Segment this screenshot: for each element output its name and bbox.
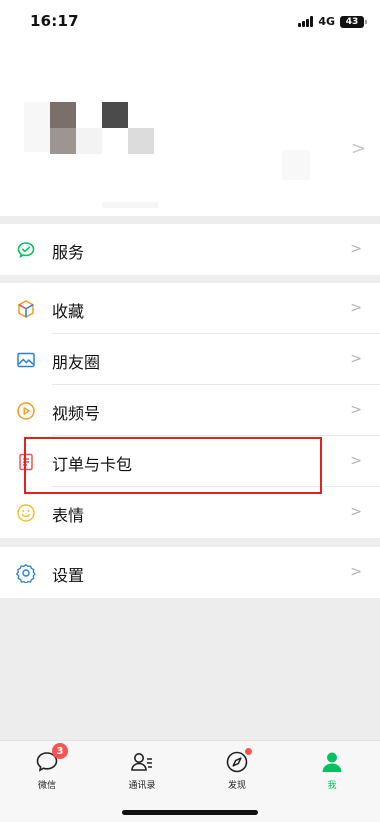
menu-item-favorites[interactable]: 收藏 > — [0, 283, 380, 334]
battery-icon: 43 — [340, 15, 367, 28]
highlight-box — [24, 437, 322, 494]
tab-me[interactable]: 我 — [302, 749, 362, 791]
chevron-right-icon: > — [350, 241, 362, 257]
tab-label: 我 — [327, 781, 337, 791]
blurred-qr-part — [282, 150, 310, 180]
network-type: 4G — [318, 15, 335, 28]
moments-image-icon — [16, 350, 36, 370]
menu-item-label: 视频号 — [52, 404, 101, 423]
menu-item-label: 表情 — [52, 506, 85, 525]
notification-dot — [245, 748, 252, 755]
profile-chevron-icon: > — [350, 138, 366, 159]
status-time: 16:17 — [30, 12, 79, 30]
tab-label: 微信 — [37, 781, 56, 791]
sticker-smile-icon — [16, 503, 36, 523]
signal-icon — [298, 16, 314, 27]
tab-label: 通讯录 — [128, 781, 156, 791]
wechat-pay-icon — [16, 240, 36, 260]
channels-play-icon — [16, 401, 36, 421]
menu-item-label: 收藏 — [52, 302, 85, 321]
chevron-right-icon: > — [350, 402, 362, 418]
blurred-avatar-part — [50, 128, 76, 154]
menu-item-label: 朋友圈 — [52, 353, 101, 372]
contacts-icon — [129, 749, 155, 775]
gear-icon — [16, 563, 36, 583]
chevron-right-icon: > — [350, 564, 362, 580]
chevron-right-icon: > — [350, 300, 362, 316]
menu-item-channels[interactable]: 视频号 > — [0, 385, 380, 436]
tab-contacts[interactable]: 通讯录 — [112, 749, 172, 791]
blurred-name-part — [102, 202, 158, 208]
settings-group: 设置 > — [0, 547, 380, 598]
blurred-avatar-part — [128, 128, 154, 154]
chat-bubble-icon: 3 — [34, 743, 68, 775]
service-group: 服务 > — [0, 224, 380, 275]
unread-badge: 3 — [52, 743, 68, 759]
tab-label: 发现 — [227, 781, 246, 791]
chevron-right-icon: > — [350, 453, 362, 469]
status-icons: 4G 43 — [298, 15, 367, 28]
tab-chats[interactable]: 3 微信 — [17, 743, 77, 791]
menu-item-stickers[interactable]: 表情 > — [0, 487, 380, 538]
menu-item-settings[interactable]: 设置 > — [0, 547, 380, 598]
menu-item-label: 设置 — [52, 566, 85, 585]
tab-discover[interactable]: 发现 — [207, 748, 267, 791]
battery-level: 43 — [345, 16, 359, 27]
favorites-cube-icon — [16, 299, 36, 319]
profile-header[interactable]: > — [0, 46, 380, 216]
menu-item-service[interactable]: 服务 > — [0, 224, 380, 275]
blurred-avatar-part — [50, 102, 76, 128]
menu-item-moments[interactable]: 朋友圈 > — [0, 334, 380, 385]
chevron-right-icon: > — [350, 504, 362, 520]
chevron-right-icon: > — [350, 351, 362, 367]
status-bar: 16:17 4G 43 — [0, 0, 380, 46]
blurred-avatar-part — [102, 102, 128, 128]
blurred-avatar-part — [24, 102, 50, 152]
blurred-avatar-part — [76, 128, 102, 154]
main-menu-group: 收藏 > 朋友圈 > 视频号 > 订单与卡包 > 表情 > — [0, 283, 380, 538]
menu-item-label: 服务 — [52, 243, 85, 262]
compass-icon — [224, 748, 252, 775]
person-icon — [319, 749, 345, 775]
home-indicator — [122, 810, 258, 815]
